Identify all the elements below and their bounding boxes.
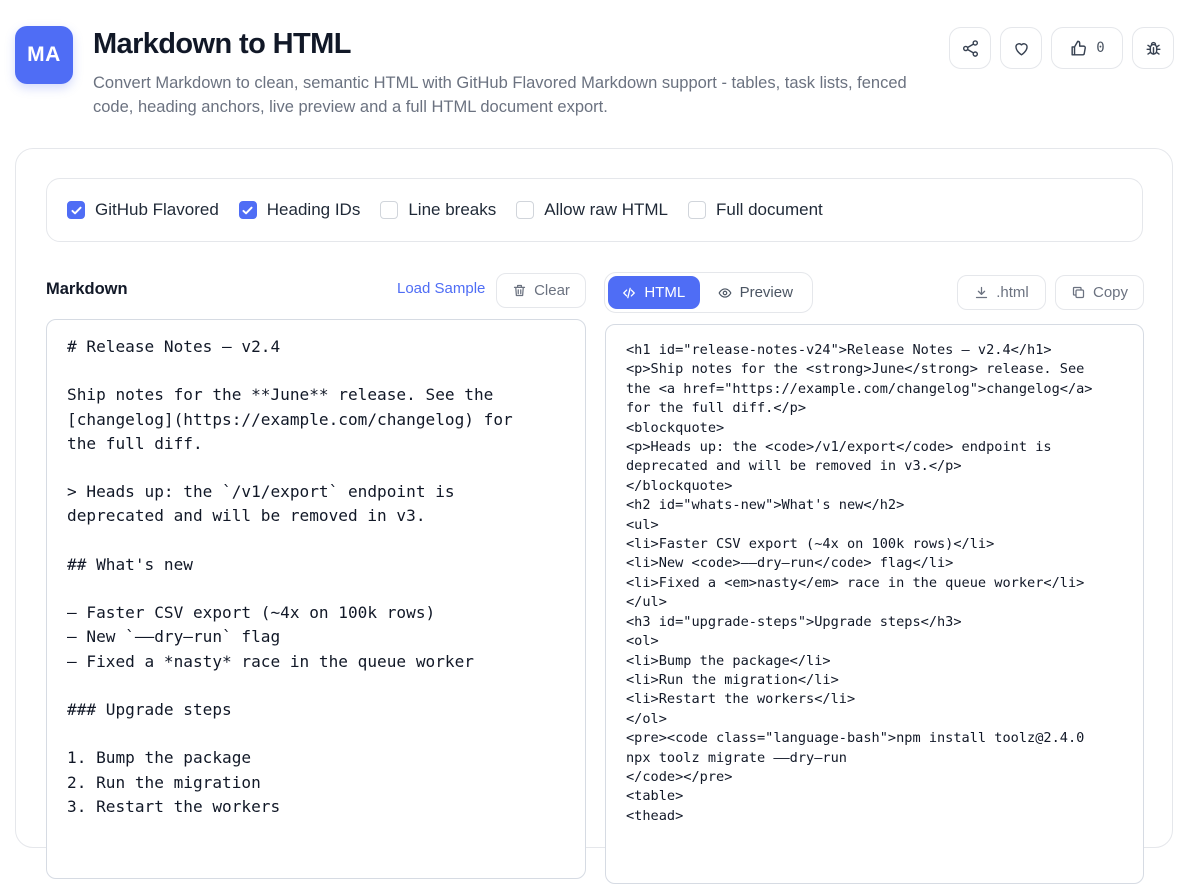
output-view-tabs: HTML Preview bbox=[604, 272, 813, 313]
clear-label: Clear bbox=[534, 282, 570, 299]
html-output[interactable]: <h1 id="release-notes-v24">Release Notes… bbox=[605, 324, 1144, 884]
tab-label: Preview bbox=[739, 284, 793, 301]
download-icon bbox=[974, 285, 989, 300]
download-label: .html bbox=[996, 284, 1029, 301]
tab-preview[interactable]: Preview bbox=[702, 276, 809, 309]
clear-button[interactable]: Clear bbox=[496, 273, 586, 308]
tab-label: HTML bbox=[644, 284, 686, 301]
option-full-document[interactable]: Full document bbox=[687, 200, 823, 220]
checkbox-unchecked-icon[interactable] bbox=[687, 201, 706, 219]
share-button[interactable] bbox=[949, 27, 991, 69]
load-sample-button[interactable]: Load Sample bbox=[397, 280, 485, 297]
page-title: Markdown to HTML bbox=[93, 28, 351, 60]
option-label: Heading IDs bbox=[266, 200, 361, 219]
html-output-text: <h1 id="release-notes-v24">Release Notes… bbox=[626, 342, 1093, 824]
markdown-pane-label: Markdown bbox=[46, 280, 128, 298]
trash-icon bbox=[512, 283, 527, 298]
option-label: Line breaks bbox=[408, 200, 497, 219]
copy-button[interactable]: Copy bbox=[1055, 275, 1144, 310]
option-label: Allow raw HTML bbox=[544, 200, 668, 219]
option-allow-raw-html[interactable]: Allow raw HTML bbox=[516, 200, 668, 220]
eye-icon bbox=[718, 286, 732, 300]
report-bug-button[interactable] bbox=[1132, 27, 1174, 69]
markdown-input-text[interactable]: # Release Notes – v2.4 Ship notes for th… bbox=[67, 335, 565, 819]
app-logo: MA bbox=[15, 26, 73, 84]
like-count: 0 bbox=[1096, 40, 1105, 56]
markdown-input[interactable]: # Release Notes – v2.4 Ship notes for th… bbox=[46, 319, 586, 879]
converter-card: GitHub Flavored Heading IDs Line breaks … bbox=[15, 148, 1173, 884]
code-icon bbox=[622, 286, 636, 300]
option-label: GitHub Flavored bbox=[95, 200, 219, 219]
share-icon bbox=[961, 39, 980, 58]
bug-icon bbox=[1144, 39, 1163, 58]
download-html-button[interactable]: .html bbox=[957, 275, 1046, 310]
copy-label: Copy bbox=[1092, 284, 1129, 301]
tab-html[interactable]: HTML bbox=[608, 276, 700, 309]
option-github-flavored[interactable]: GitHub Flavored bbox=[67, 200, 219, 220]
favorite-button[interactable] bbox=[1000, 27, 1042, 69]
checkbox-checked-icon[interactable] bbox=[238, 201, 257, 219]
page-description: Convert Markdown to clean, semantic HTML… bbox=[93, 74, 907, 116]
option-heading-ids[interactable]: Heading IDs bbox=[238, 200, 361, 220]
copy-icon bbox=[1071, 285, 1086, 300]
heart-icon bbox=[1012, 39, 1031, 58]
checkbox-unchecked-icon[interactable] bbox=[380, 201, 399, 219]
like-button[interactable]: 0 bbox=[1051, 27, 1123, 69]
thumbs-up-icon bbox=[1069, 39, 1088, 58]
options-bar: GitHub Flavored Heading IDs Line breaks … bbox=[46, 178, 1143, 242]
checkbox-checked-icon[interactable] bbox=[67, 201, 85, 219]
option-line-breaks[interactable]: Line breaks bbox=[380, 200, 496, 220]
option-label: Full document bbox=[715, 200, 823, 219]
checkbox-unchecked-icon[interactable] bbox=[516, 201, 535, 219]
